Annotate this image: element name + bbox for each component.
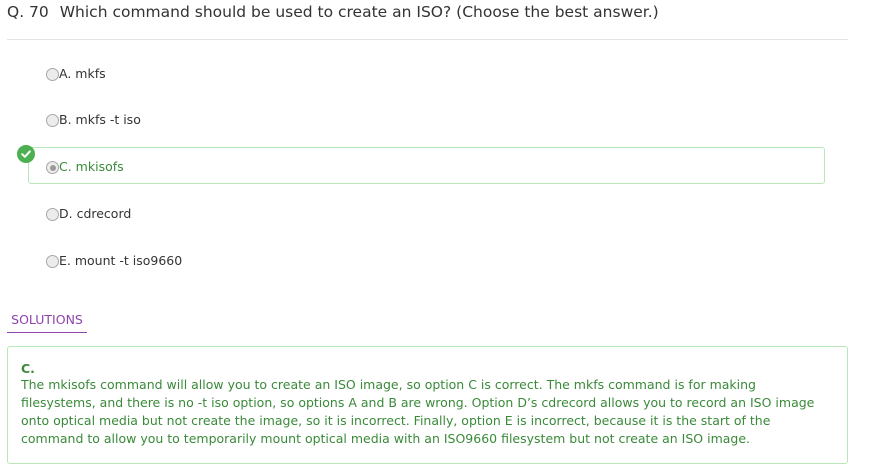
option-a-label: A. mkfs	[59, 65, 106, 81]
option-c-label: C. mkisofs	[59, 158, 124, 174]
question-number: Q. 70	[7, 3, 49, 21]
solution-explanation: The mkisofs command will allow you to cr…	[21, 377, 815, 446]
option-a[interactable]: A. mkfs	[46, 63, 106, 83]
solution-answer: C.	[21, 361, 35, 376]
correct-answer-highlight	[28, 147, 825, 184]
solution-panel: C. The mkisofs command will allow you to…	[7, 346, 848, 464]
option-e-label: E. mount -t iso9660	[59, 252, 183, 268]
option-e[interactable]: E. mount -t iso9660	[46, 250, 182, 270]
option-d-radio[interactable]	[46, 208, 59, 221]
option-a-radio[interactable]	[46, 68, 59, 81]
option-d-label: D. cdrecord	[59, 205, 132, 221]
solutions-tab[interactable]: SOLUTIONS	[7, 312, 87, 333]
question-text: Which command should be used to create a…	[59, 3, 659, 21]
option-b-label: B. mkfs -t iso	[59, 111, 141, 127]
option-b[interactable]: B. mkfs -t iso	[46, 109, 141, 129]
option-e-radio[interactable]	[46, 255, 59, 268]
option-d[interactable]: D. cdrecord	[46, 203, 131, 223]
option-c[interactable]: C. mkisofs	[46, 156, 124, 176]
option-c-radio[interactable]	[46, 161, 59, 174]
question-header: Q. 70 Which command should be used to cr…	[7, 3, 659, 21]
option-b-radio[interactable]	[46, 114, 59, 127]
divider	[7, 39, 848, 40]
check-circle-icon	[17, 145, 35, 163]
